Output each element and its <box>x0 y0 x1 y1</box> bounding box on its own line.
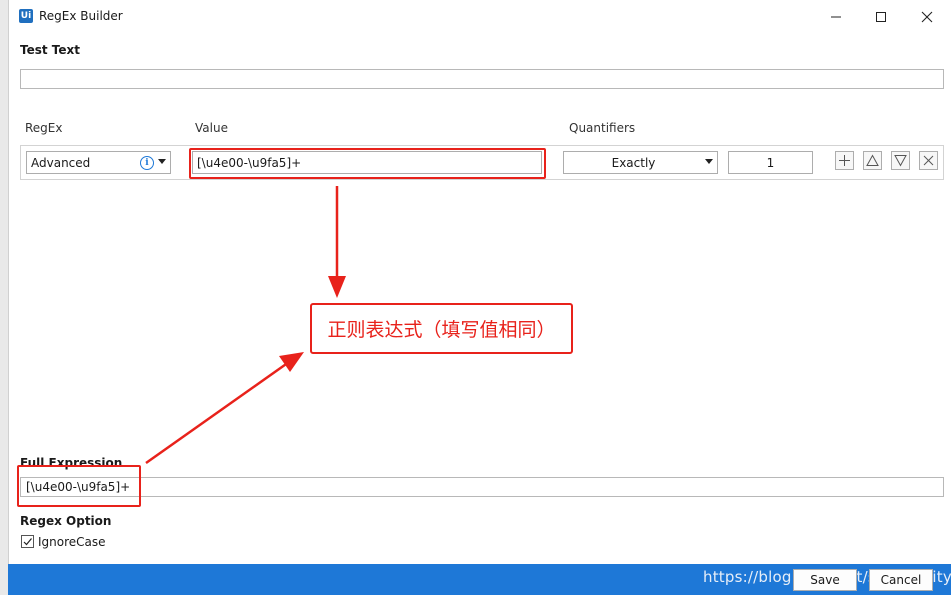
ignore-case-checkbox[interactable] <box>21 535 34 548</box>
full-expression-highlight-box <box>17 465 141 507</box>
arrow-up-line <box>145 360 290 465</box>
arrow-down-head <box>328 276 346 298</box>
annotation-callout: 正则表达式（填写值相同） <box>310 303 573 354</box>
arrow-up-head <box>279 352 304 372</box>
ignore-case-label: IgnoreCase <box>38 535 106 549</box>
cancel-button[interactable]: Cancel <box>869 569 933 591</box>
checkmark-icon <box>23 538 32 546</box>
save-button[interactable]: Save <box>793 569 857 591</box>
regex-option-label: Regex Option <box>20 514 112 528</box>
regex-builder-window: Ui RegEx Builder Test Text RegEx Value Q… <box>8 0 951 595</box>
background-strip <box>0 0 8 595</box>
full-expression-input[interactable]: [\u4e00-\u9fa5]+ <box>20 477 944 497</box>
annotation-arrows <box>145 186 346 465</box>
